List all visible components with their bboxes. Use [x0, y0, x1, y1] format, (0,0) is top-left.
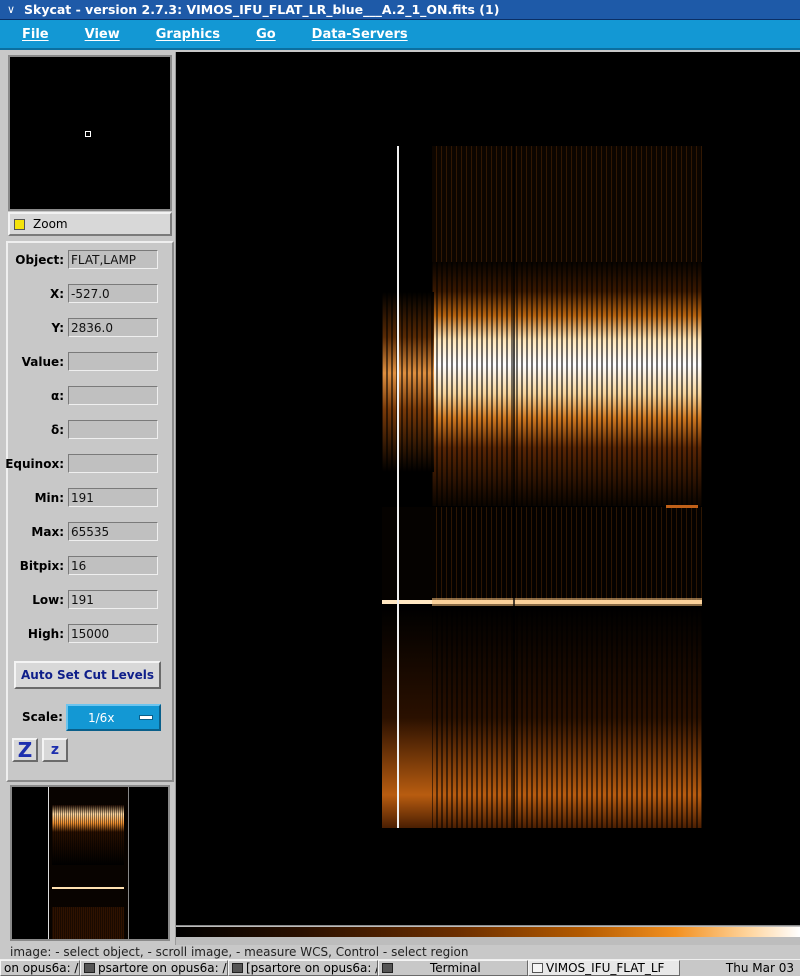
zoom-out-button[interactable]: z [42, 738, 68, 762]
field-delta: δ: [8, 420, 176, 442]
field-label: Y: [51, 321, 64, 335]
field-value [68, 420, 158, 439]
field-value-readout: Value: [8, 352, 176, 374]
taskbar-item[interactable]: on opus6a: / [0, 960, 80, 976]
zoom-toggle[interactable]: Zoom [8, 212, 172, 236]
zoom-checkbox-icon[interactable] [14, 218, 25, 230]
taskbar-item-label: Terminal [430, 961, 481, 975]
left-panel: Zoom Object: FLAT,LAMP X: -527.0 Y: 2836… [0, 52, 176, 945]
taskbar-item-label: on opus6a: / [4, 961, 79, 975]
zoom-in-button[interactable]: Z [12, 738, 38, 762]
zoom-cursor-box [85, 131, 91, 137]
terminal-icon [84, 963, 95, 973]
low-cut-input[interactable]: 191 [68, 590, 158, 609]
scale-menu-button[interactable]: 1/6x [66, 704, 161, 731]
menu-go[interactable]: Go [256, 27, 276, 42]
window-title: Skycat - version 2.7.3: VIMOS_IFU_FLAT_L… [24, 2, 500, 17]
field-value [68, 386, 158, 405]
field-label: Max: [31, 525, 64, 539]
field-alpha: α: [8, 386, 176, 408]
field-value: 16 [68, 556, 158, 575]
field-value [68, 352, 158, 371]
field-min: Min: 191 [8, 488, 176, 510]
field-value: -527.0 [68, 284, 158, 303]
menu-bar: File View Graphics Go Data-Servers [0, 20, 800, 50]
taskbar-item-label: VIMOS_IFU_FLAT_LF [546, 961, 665, 975]
taskbar-item[interactable]: Terminal [378, 960, 528, 976]
field-label: Value: [21, 355, 64, 369]
field-bitpix: Bitpix: 16 [8, 556, 176, 578]
taskbar-clock: Thu Mar 03 [725, 961, 794, 975]
menu-file[interactable]: File [22, 27, 49, 42]
field-max: Max: 65535 [8, 522, 176, 544]
pan-thumbnail [48, 787, 129, 939]
field-equinox: Equinox: [5, 454, 176, 476]
field-x: X: -527.0 [8, 284, 176, 306]
taskbar-item-label: psartore on opus6a: /h [98, 961, 228, 975]
field-value: 2836.0 [68, 318, 158, 337]
image-canvas[interactable] [176, 52, 800, 925]
field-label: Low: [32, 593, 64, 607]
pan-view[interactable] [10, 785, 170, 941]
zoom-view[interactable] [8, 55, 172, 211]
menu-graphics[interactable]: Graphics [156, 27, 220, 42]
taskbar-item[interactable]: [psartore on opus6a: / [228, 960, 378, 976]
field-object: Object: FLAT,LAMP [8, 250, 176, 272]
taskbar-item-label: [psartore on opus6a: / [246, 961, 378, 975]
field-value: 65535 [68, 522, 158, 541]
high-cut-input[interactable]: 15000 [68, 624, 158, 643]
dropdown-indicator-icon [139, 715, 153, 720]
field-low: Low: 191 [8, 590, 176, 612]
field-label: Object: [15, 253, 64, 267]
field-value: FLAT,LAMP [68, 250, 158, 269]
menu-data-servers[interactable]: Data-Servers [312, 27, 408, 42]
taskbar-item[interactable]: psartore on opus6a: /h [80, 960, 228, 976]
status-bar: image: - select object, - scroll image, … [0, 945, 800, 959]
field-value: 191 [68, 488, 158, 507]
terminal-icon [232, 963, 243, 973]
chevron-down-icon[interactable]: ∨ [2, 1, 20, 19]
scale-value: 1/6x [88, 710, 115, 725]
auto-set-cut-levels-button[interactable]: Auto Set Cut Levels [14, 661, 161, 689]
field-label: Min: [34, 491, 64, 505]
menu-view[interactable]: View [85, 27, 120, 42]
scale-label: Scale: [22, 710, 63, 724]
colormap-bar [176, 927, 800, 937]
field-label: High: [27, 627, 64, 641]
terminal-icon [382, 963, 393, 973]
field-high: High: 15000 [8, 624, 176, 646]
field-label: α: [50, 389, 64, 403]
field-label: Equinox: [5, 457, 64, 471]
taskbar: on opus6a: / psartore on opus6a: /h [psa… [0, 959, 800, 976]
field-label: Bitpix: [19, 559, 64, 573]
field-label: X: [49, 287, 64, 301]
taskbar-item-active[interactable]: VIMOS_IFU_FLAT_LF [528, 960, 680, 976]
fits-image [382, 146, 702, 828]
zoom-label: Zoom [33, 217, 68, 231]
field-label: δ: [50, 423, 64, 437]
title-bar: ∨ Skycat - version 2.7.3: VIMOS_IFU_FLAT… [0, 0, 800, 20]
field-value [68, 454, 158, 473]
info-panel: Object: FLAT,LAMP X: -527.0 Y: 2836.0 Va… [5, 241, 176, 782]
field-y: Y: 2836.0 [8, 318, 176, 340]
document-icon [532, 963, 543, 973]
